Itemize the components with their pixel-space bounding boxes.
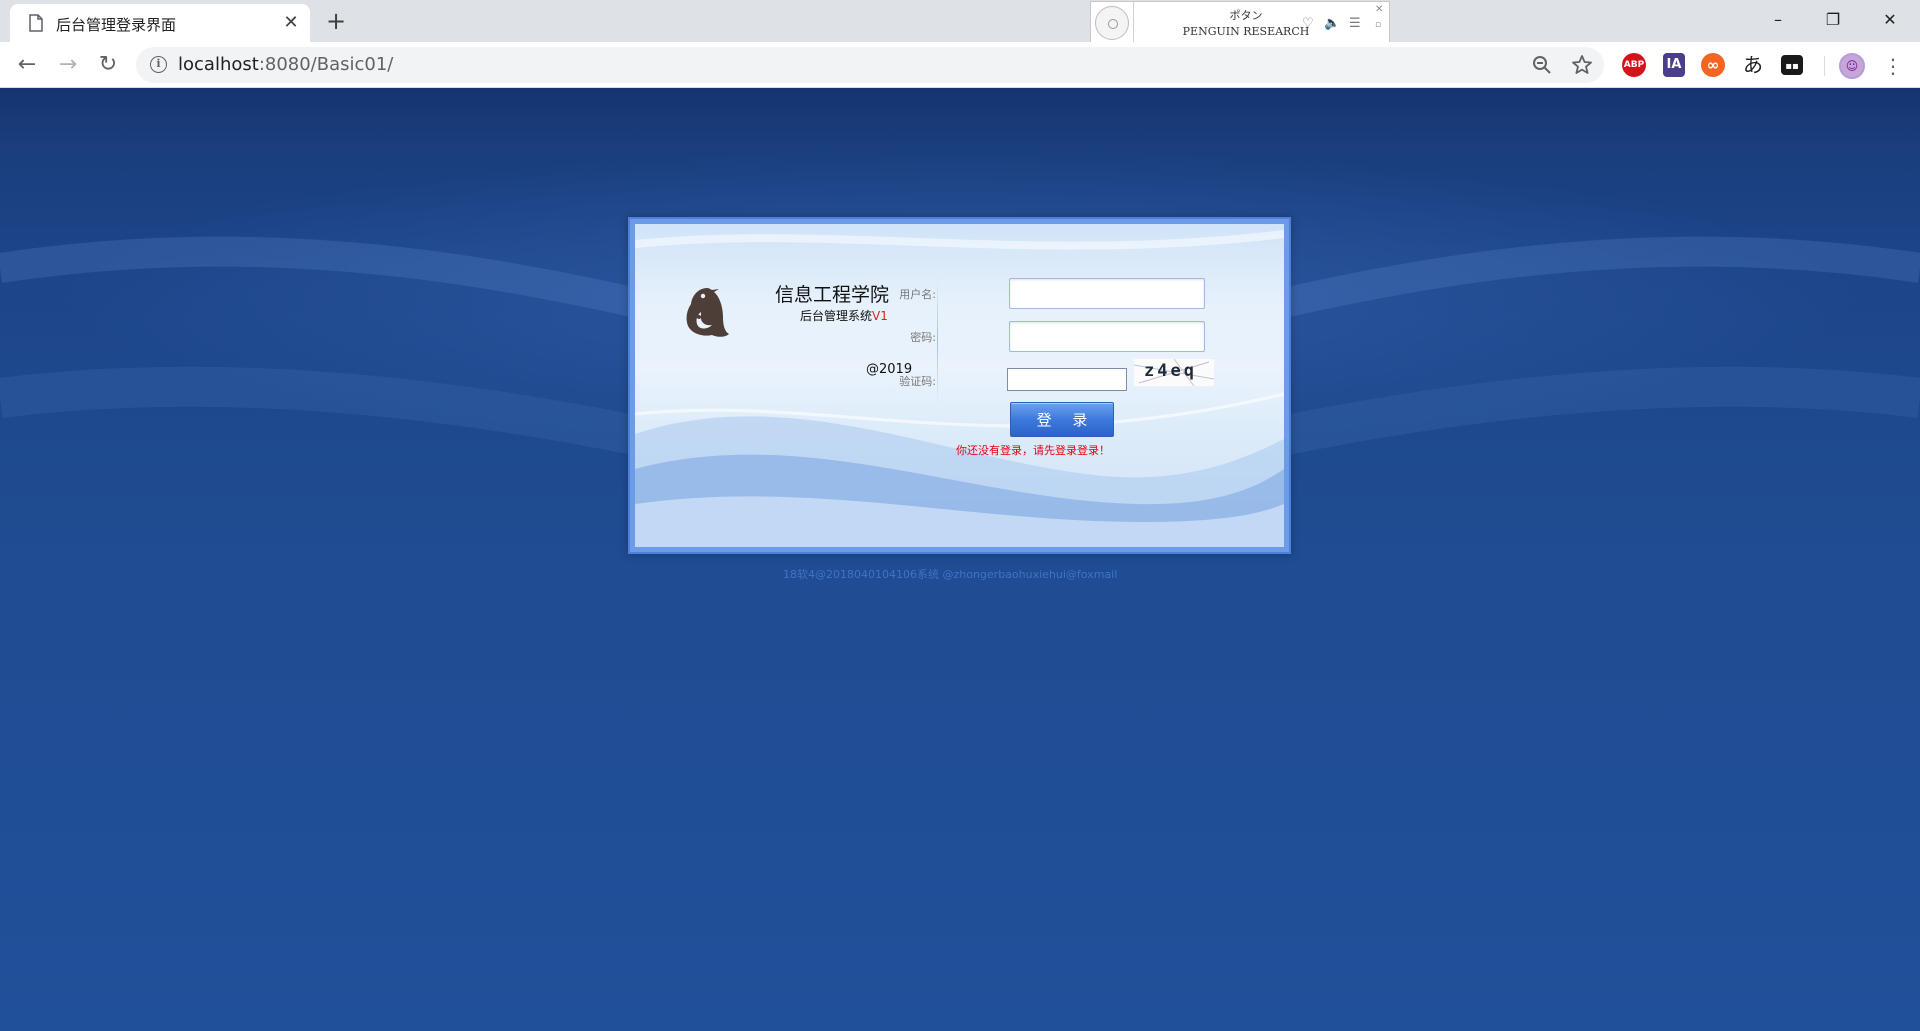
page-icon <box>29 14 43 32</box>
hiragana-extension-icon[interactable]: あ <box>1741 53 1765 77</box>
captcha-image[interactable]: z4eq <box>1134 359 1214 386</box>
restore-button[interactable]: ❐ <box>1813 6 1853 34</box>
volume-icon[interactable]: 🔈 <box>1324 16 1340 31</box>
media-close-icon[interactable]: ✕ <box>1375 4 1383 15</box>
active-tab[interactable]: 后台管理登录界面 ✕ <box>10 4 310 42</box>
captcha-label: 验证码: <box>899 375 936 388</box>
page-background: 信息工程学院 后台管理系统V1 @2019 用户名: 密码: 验证码: z4eq… <box>0 88 1920 1031</box>
url-host: localhost <box>178 54 259 75</box>
toolbar-divider <box>1824 56 1825 76</box>
heart-icon[interactable]: ♡ <box>1302 16 1314 31</box>
media-mini-icon[interactable]: ▫ <box>1375 20 1381 30</box>
tab-close-icon[interactable]: ✕ <box>280 12 302 34</box>
browser-toolbar: ← → ↻ i localhost:8080/Basic01/ ABP IA ∞… <box>0 42 1920 88</box>
system-name-text: 后台管理系统 <box>800 309 873 323</box>
captcha-input[interactable] <box>1007 368 1127 391</box>
browser-menu-icon[interactable]: ⋮ <box>1882 52 1904 80</box>
ia-extension-icon[interactable]: IA <box>1663 53 1685 77</box>
footer-text: 18软4@2018040104106系统 @zhongerbaohuxiehui… <box>783 568 1118 581</box>
login-button[interactable]: 登 录 <box>1010 402 1114 437</box>
vertical-divider <box>937 279 938 404</box>
address-bar[interactable]: i localhost:8080/Basic01/ <box>136 47 1604 83</box>
url-text[interactable]: localhost:8080/Basic01/ <box>178 54 393 75</box>
close-window-button[interactable]: ✕ <box>1870 6 1910 34</box>
system-version: V1 <box>872 309 888 323</box>
playlist-icon[interactable]: ☰ <box>1349 16 1361 31</box>
tab-title: 后台管理登录界面 <box>56 16 177 34</box>
error-message: 你还没有登录，请先登录登录！ <box>956 444 1110 457</box>
new-tab-button[interactable]: + <box>322 8 350 36</box>
reload-button[interactable]: ↻ <box>93 50 123 80</box>
adblock-extension-icon[interactable]: ABP <box>1622 53 1646 77</box>
penguin-logo <box>686 288 729 337</box>
forward-button[interactable]: → <box>53 50 83 80</box>
password-label: 密码: <box>910 331 936 344</box>
username-input[interactable] <box>1009 278 1205 309</box>
username-label: 用户名: <box>899 288 936 301</box>
media-widget[interactable]: ポタン PENGUIN RESEARCH ♡ 🔈 ☰ ✕ ▫ <box>1090 1 1390 44</box>
disc-icon[interactable] <box>1095 6 1129 40</box>
infinity-extension-icon[interactable]: ∞ <box>1701 53 1725 77</box>
login-panel: 信息工程学院 后台管理系统V1 @2019 用户名: 密码: 验证码: z4eq… <box>628 217 1291 554</box>
school-name: 信息工程学院 <box>775 284 890 306</box>
password-input[interactable] <box>1009 321 1205 352</box>
login-panel-inner: 信息工程学院 后台管理系统V1 @2019 用户名: 密码: 验证码: z4eq… <box>635 224 1284 547</box>
zoom-out-icon[interactable] <box>1530 53 1554 77</box>
info-icon[interactable]: i <box>150 56 167 73</box>
url-path: :8080/Basic01/ <box>258 54 394 75</box>
avatar-icon[interactable]: ☺ <box>1839 53 1865 79</box>
system-name: 后台管理系统V1 <box>800 307 888 324</box>
tab-strip: 后台管理登录界面 ✕ + ポタン PENGUIN RESEARCH ♡ 🔈 ☰ … <box>0 0 1920 44</box>
back-button[interactable]: ← <box>12 50 42 80</box>
minimize-button[interactable]: – <box>1758 6 1798 34</box>
star-icon[interactable] <box>1570 53 1594 77</box>
media-track-title: ポタン <box>1229 9 1263 22</box>
toolbox-extension-icon[interactable]: ▪▪ <box>1781 55 1803 75</box>
media-divider <box>1133 2 1134 43</box>
captcha-text: z4eq <box>1144 361 1197 381</box>
